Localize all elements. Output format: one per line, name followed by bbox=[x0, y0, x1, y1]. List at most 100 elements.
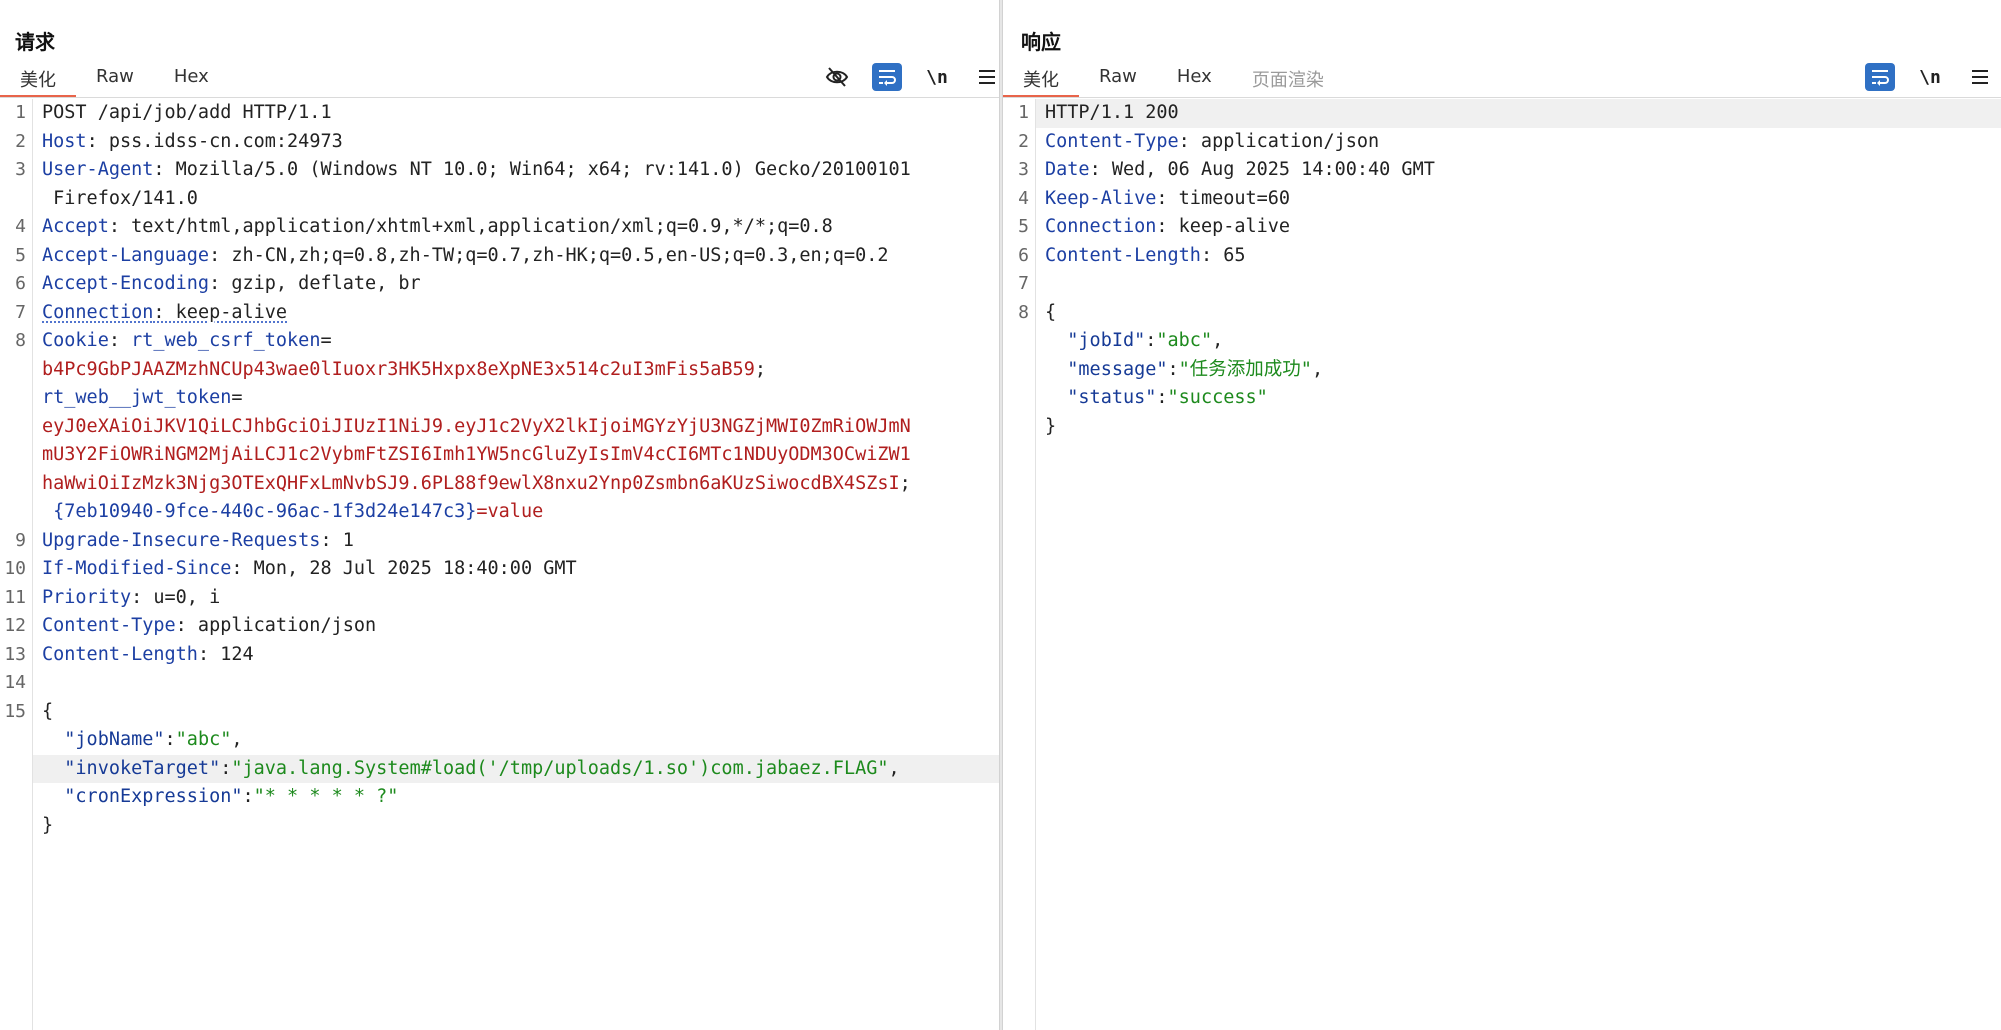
code-token: : bbox=[1167, 358, 1179, 380]
code-token: : bbox=[242, 786, 254, 807]
request-tab-raw[interactable]: Raw bbox=[76, 62, 154, 94]
code-line[interactable]: 3 Date: Wed, 06 Aug 2025 14:00:40 GMT bbox=[1018, 156, 2001, 185]
line-content: Accept-Language: zh-CN,zh;q=0.8,zh-TW;q=… bbox=[33, 242, 999, 271]
code-line[interactable]: 14 bbox=[4, 669, 999, 698]
code-line[interactable]: 4 Accept: text/html,application/xhtml+xml… bbox=[15, 213, 999, 242]
line-content: Priority: u=0, i bbox=[33, 584, 999, 613]
request-menu-button[interactable] bbox=[972, 63, 1002, 91]
code-line[interactable]: "invokeTarget":"java.lang.System#load('/… bbox=[33, 754, 999, 783]
response-tab-pretty[interactable]: 美化 bbox=[1003, 62, 1079, 98]
request-newline-button[interactable]: \n bbox=[922, 63, 952, 91]
code-line[interactable]: 13 Content-Length: 124 bbox=[4, 641, 999, 670]
line-number: 1 bbox=[1018, 102, 1029, 123]
response-tab-raw[interactable]: Raw bbox=[1079, 62, 1157, 94]
code-line[interactable]: haWwiOiIzMzk3Njg3OTExQHFxLmNvbSJ9.6PL88f… bbox=[33, 470, 999, 499]
code-line[interactable]: 9 Upgrade-Insecure-Requests: 1 bbox=[15, 527, 999, 556]
line-number: 6 bbox=[15, 273, 26, 294]
code-line[interactable]: } bbox=[33, 812, 999, 841]
code-line[interactable]: 6 Accept-Encoding: gzip, deflate, br bbox=[15, 270, 999, 299]
code-token: Connection bbox=[42, 301, 154, 323]
code-line[interactable]: 11 Priority: u=0, i bbox=[4, 584, 999, 613]
line-content: } bbox=[33, 812, 999, 841]
request-wrap-button[interactable] bbox=[872, 63, 902, 91]
code-token: , bbox=[1311, 358, 1324, 380]
code-line[interactable]: 5 Connection: keep-alive bbox=[1018, 213, 2001, 242]
line-content: eyJ0eXAiOiJKV1QiLCJhbGciOiJIUzI1NiJ9.eyJ… bbox=[33, 413, 999, 442]
code-line[interactable]: Firefox/141.0 bbox=[33, 185, 999, 214]
request-tab-pretty[interactable]: 美化 bbox=[0, 62, 76, 98]
code-token: } bbox=[1045, 415, 1057, 437]
code-line[interactable]: 15 { bbox=[4, 698, 999, 727]
line-content: Content-Length: 124 bbox=[33, 641, 999, 670]
line-number: 10 bbox=[4, 558, 26, 579]
code-line[interactable]: 3 User-Agent: Mozilla/5.0 (Windows NT 10.… bbox=[15, 156, 999, 185]
line-content bbox=[1036, 270, 2001, 299]
code-token: } bbox=[42, 814, 54, 836]
line-number: 7 bbox=[1018, 273, 1029, 294]
code-line[interactable]: 6 Content-Length: 65 bbox=[1018, 242, 2001, 271]
response-editor[interactable]: 1 HTTP/1.1 200 2 Content-Type: application/… bbox=[1003, 99, 2001, 1030]
response-wrap-button[interactable] bbox=[1865, 63, 1895, 91]
code-line[interactable]: "jobId":"abc", bbox=[1036, 327, 2001, 356]
response-menu-button[interactable] bbox=[1965, 63, 1995, 91]
code-token: = bbox=[320, 330, 332, 351]
code-token: b4Pc9GbPJAAZMzhNCUp43wae0lIuoxr3HK5Hxpx8… bbox=[42, 358, 755, 380]
code-line[interactable]: 8{ bbox=[1018, 299, 2001, 328]
line-content: Host: pss.idss-cn.com:24973 bbox=[33, 128, 999, 157]
code-line[interactable]: "cronExpression":"* * * * * ?" bbox=[33, 783, 999, 812]
line-content: HTTP/1.1 200 bbox=[1036, 99, 2001, 128]
code-line[interactable]: mU3Y2FiOWRiNGM2MjAiLCJ1c2VybmFtZSI6Imh1Y… bbox=[33, 441, 999, 470]
request-pane: 请求 美化 Raw Hex \n 1 POST /api/job/add HTT… bbox=[0, 0, 999, 1030]
line-content: "jobName":"abc", bbox=[33, 726, 999, 755]
line-number: 4 bbox=[15, 216, 26, 237]
response-tab-divider bbox=[1003, 97, 2001, 98]
code-line[interactable]: b4Pc9GbPJAAZMzhNCUp43wae0lIuoxr3HK5Hxpx8… bbox=[33, 356, 999, 385]
line-number: 3 bbox=[15, 159, 26, 180]
response-title: 响应 bbox=[1021, 30, 1061, 54]
response-tab-hex[interactable]: Hex bbox=[1157, 62, 1232, 94]
code-token: Accept-Encoding bbox=[42, 273, 210, 294]
line-number: 14 bbox=[4, 672, 26, 693]
code-token: : 1 bbox=[320, 529, 354, 551]
code-token: : gzip, deflate, br bbox=[209, 273, 421, 294]
response-code[interactable]: 1 HTTP/1.1 200 2 Content-Type: application/… bbox=[1018, 99, 2001, 1030]
code-token: Content-Type bbox=[1045, 130, 1179, 152]
code-token: ; bbox=[899, 472, 911, 494]
code-line[interactable]: 4 Keep-Alive: timeout=60 bbox=[1018, 185, 2001, 214]
code-line[interactable]: 1 POST /api/job/add HTTP/1.1 bbox=[15, 99, 999, 128]
code-line[interactable]: rt_web__jwt_token= bbox=[33, 384, 999, 413]
response-tabs: 美化 Raw Hex 页面渲染 bbox=[1003, 62, 1344, 98]
word-wrap-icon bbox=[1872, 70, 1889, 86]
code-line[interactable]: 12 Content-Type: application/json bbox=[4, 612, 999, 641]
line-content: POST /api/job/add HTTP/1.1 bbox=[33, 99, 999, 128]
code-line[interactable]: 1 HTTP/1.1 200 bbox=[1018, 99, 2001, 128]
code-line[interactable]: 2 Host: pss.idss-cn.com:24973 bbox=[15, 128, 999, 157]
request-code[interactable]: 1 POST /api/job/add HTTP/1.1 2 Host: pss.id… bbox=[4, 99, 999, 1030]
code-line[interactable]: "message":"任务添加成功", bbox=[1036, 356, 2001, 385]
code-line[interactable]: 7 bbox=[1018, 270, 2001, 299]
code-token: : keep-alive bbox=[153, 301, 288, 323]
code-line[interactable]: "jobName":"abc", bbox=[33, 726, 999, 755]
code-line[interactable]: 7 Connection: keep-alive bbox=[15, 299, 999, 328]
line-number: 1 bbox=[15, 102, 26, 123]
code-token: "任务添加成功" bbox=[1178, 358, 1312, 380]
response-newline-button[interactable]: \n bbox=[1915, 63, 1945, 91]
line-number: 3 bbox=[1018, 159, 1029, 180]
request-tab-hex[interactable]: Hex bbox=[154, 62, 229, 94]
code-line[interactable]: 8 Cookie: rt_web_csrf_token= bbox=[15, 327, 999, 356]
line-number: 4 bbox=[1018, 187, 1029, 209]
code-line[interactable]: 10 If-Modified-Since: Mon, 28 Jul 2025 18… bbox=[4, 555, 999, 584]
line-content: b4Pc9GbPJAAZMzhNCUp43wae0lIuoxr3HK5Hxpx8… bbox=[33, 356, 999, 385]
code-token: "jobId" bbox=[1045, 330, 1146, 351]
code-line[interactable]: {7eb10940-9fce-440c-96ac-1f3d24e147c3}=v… bbox=[33, 498, 999, 527]
response-tab-render[interactable]: 页面渲染 bbox=[1232, 62, 1344, 94]
code-line[interactable]: } bbox=[1036, 413, 2001, 442]
code-line[interactable]: 5 Accept-Language: zh-CN,zh;q=0.8,zh-TW;q… bbox=[15, 242, 999, 271]
code-token: "message" bbox=[1045, 358, 1168, 380]
code-line[interactable]: eyJ0eXAiOiJKV1QiLCJhbGciOiJIUzI1NiJ9.eyJ… bbox=[33, 413, 999, 442]
line-content: Accept-Encoding: gzip, deflate, br bbox=[33, 270, 999, 299]
code-line[interactable]: "status":"success" bbox=[1036, 384, 2001, 413]
code-line[interactable]: 2 Content-Type: application/json bbox=[1018, 128, 2001, 157]
request-editor[interactable]: 1 POST /api/job/add HTTP/1.1 2 Host: pss.id… bbox=[0, 99, 999, 1030]
request-hide-button[interactable] bbox=[822, 63, 852, 91]
